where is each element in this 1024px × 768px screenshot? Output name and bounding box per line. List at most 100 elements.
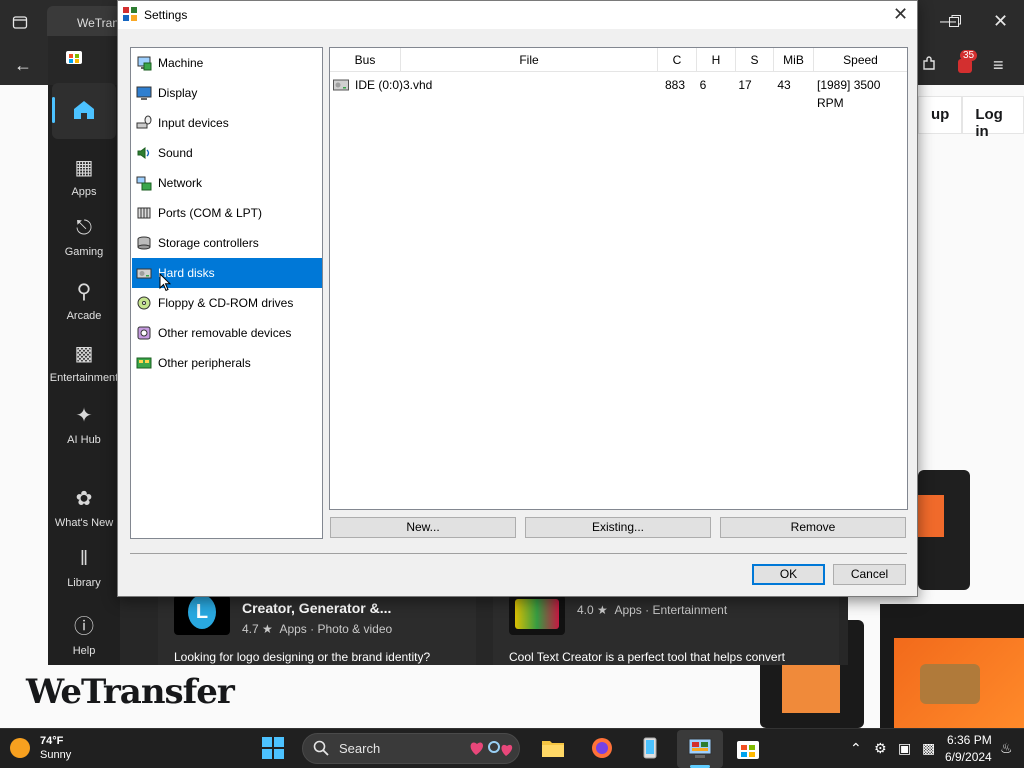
tray-app-icon[interactable]: ⚙ <box>874 740 887 757</box>
phone-link-icon[interactable] <box>638 736 662 760</box>
peripherals-icon <box>136 357 152 369</box>
network-icon[interactable]: ▩ <box>922 740 935 757</box>
rail-item-ai-hub[interactable]: ✦ AI Hub <box>48 403 120 446</box>
category-label: Machine <box>158 56 204 70</box>
category-label: Other removable devices <box>158 326 292 340</box>
card-category: Apps · Entertainment <box>614 603 728 617</box>
weather-sun-icon[interactable] <box>10 738 30 758</box>
category-item-storage-controllers[interactable]: Storage controllers <box>132 228 322 258</box>
storage-icon <box>137 236 151 250</box>
extensions-icon[interactable] <box>920 55 938 77</box>
extension-badge-count: 35 <box>960 50 978 61</box>
card-rating: 4.0 ★ Apps · Entertainment <box>577 603 727 617</box>
promo-image <box>918 495 944 537</box>
cell-speed: [1989] 3500 RPM <box>817 78 881 110</box>
cell-s: 17 <box>738 78 752 92</box>
display-icon[interactable]: ▣ <box>898 740 911 757</box>
category-item-other-peripherals[interactable]: Other peripherals <box>132 348 322 378</box>
category-item-other-removable[interactable]: Other removable devices <box>132 318 322 348</box>
store-app-card[interactable]: L Creator, Generator &... 4.7 ★ Apps · P… <box>158 595 476 665</box>
existing-disk-button[interactable]: Existing... <box>525 517 711 538</box>
browser-tab[interactable]: WeTran <box>47 6 121 36</box>
file-explorer-icon[interactable] <box>541 736 565 760</box>
rail-item-whats-new[interactable]: ✿ What's New <box>48 486 120 529</box>
hard-disk-icon <box>333 79 349 91</box>
help-icon: ⓘ <box>74 616 94 638</box>
category-label: Network <box>158 176 203 190</box>
column-header-h[interactable]: H <box>697 48 736 72</box>
column-header-mib[interactable]: MiB <box>774 48 814 72</box>
promo-image <box>782 665 840 713</box>
firefox-icon[interactable] <box>590 736 614 760</box>
card-rating-value: 4.0 ★ <box>577 603 608 617</box>
browser-tab-label: WeTran <box>77 16 120 30</box>
rail-item-library[interactable]: ‖ Library <box>48 548 120 589</box>
rail-item-gaming[interactable]: ⎋ Gaming <box>48 217 120 258</box>
column-header-speed[interactable]: Speed <box>814 48 907 72</box>
table-header: Bus File C H S MiB Speed <box>330 48 907 72</box>
card-rating: 4.7 ★ Apps · Photo & video <box>242 622 392 636</box>
category-item-network[interactable]: Network <box>132 168 322 198</box>
category-label: Other peripherals <box>158 356 251 370</box>
column-header-file[interactable]: File <box>401 48 658 72</box>
back-arrow-icon[interactable]: ← <box>14 56 32 74</box>
wetransfer-header-buttons: up Log in <box>918 96 1024 140</box>
removable-icon <box>137 326 151 340</box>
column-header-s[interactable]: S <box>736 48 774 72</box>
app-icon <box>123 7 137 21</box>
input-devices-icon <box>136 115 152 129</box>
ok-button[interactable]: OK <box>752 564 825 585</box>
party-icon: ✿ <box>75 488 93 510</box>
chevron-up-icon[interactable]: ⌃ <box>850 740 862 757</box>
category-item-floppy-cdrom[interactable]: Floppy & CD-ROM drives <box>132 288 322 318</box>
weather-temperature[interactable]: 74°F <box>40 735 63 747</box>
rail-item-arcade[interactable]: ⚲ Arcade <box>48 279 120 322</box>
promo-tile[interactable] <box>918 470 970 590</box>
rail-item-label: Help <box>72 645 96 657</box>
clapperboard-icon: ▩ <box>74 343 94 365</box>
rail-item-label: Gaming <box>64 246 104 258</box>
search-icon <box>313 740 329 756</box>
category-item-input-devices[interactable]: Input devices <box>132 108 322 138</box>
sparkle-icon: ✦ <box>75 405 93 427</box>
display-icon <box>136 86 152 100</box>
window-restore-icon[interactable] <box>948 14 962 32</box>
rail-item-entertainment[interactable]: ▩ Entertainment <box>48 341 120 384</box>
microsoft-store-icon[interactable] <box>736 736 760 760</box>
dialog-separator <box>130 553 907 554</box>
cell-mib: 43 <box>777 78 791 92</box>
network-icon <box>136 176 152 191</box>
close-icon[interactable]: ✕ <box>893 4 908 25</box>
category-item-ports[interactable]: Ports (COM & LPT) <box>132 198 322 228</box>
clock-date[interactable]: 6/9/2024 <box>945 750 992 764</box>
window-close-icon[interactable]: ✕ <box>993 12 1008 30</box>
signup-button[interactable]: up <box>918 96 963 134</box>
category-item-sound[interactable]: Sound <box>132 138 322 168</box>
card-rating-value: 4.7 ★ <box>242 622 273 636</box>
floppy-cdrom-icon <box>137 296 151 310</box>
category-label: Floppy & CD-ROM drives <box>158 296 294 310</box>
rail-item-apps[interactable]: ▦ Apps <box>48 155 120 198</box>
new-disk-button[interactable]: New... <box>330 517 516 538</box>
notifications-bell-icon[interactable]: ♨ <box>1000 740 1013 757</box>
store-app-card[interactable]: 4.0 ★ Apps · Entertainment Cool Text Cre… <box>493 595 839 665</box>
sound-icon <box>137 147 150 159</box>
rail-item-help[interactable]: ⓘ Help <box>48 610 120 657</box>
promo-tile[interactable] <box>880 604 1024 728</box>
table-row[interactable]: IDE (0:0) 3.vhd 883 6 17 43 [1989] 3500 … <box>330 76 907 110</box>
remove-disk-button[interactable]: Remove <box>720 517 906 538</box>
column-header-bus[interactable]: Bus <box>330 48 401 72</box>
column-header-c[interactable]: C <box>658 48 697 72</box>
cancel-button[interactable]: Cancel <box>833 564 906 585</box>
category-label: Storage controllers <box>158 236 259 250</box>
login-button[interactable]: Log in <box>962 96 1024 140</box>
start-windows-icon[interactable] <box>262 737 284 759</box>
menu-icon[interactable]: ≡ <box>993 56 1004 74</box>
tab-actions-icon[interactable] <box>12 14 28 34</box>
category-item-machine[interactable]: Machine <box>132 48 322 78</box>
clock-time[interactable]: 6:36 PM <box>947 733 992 747</box>
dialog-titlebar[interactable]: Settings ✕ <box>118 1 917 29</box>
category-item-display[interactable]: Display <box>132 78 322 108</box>
weather-condition[interactable]: Sunny <box>40 749 71 761</box>
search-highlight-icon <box>470 741 513 756</box>
